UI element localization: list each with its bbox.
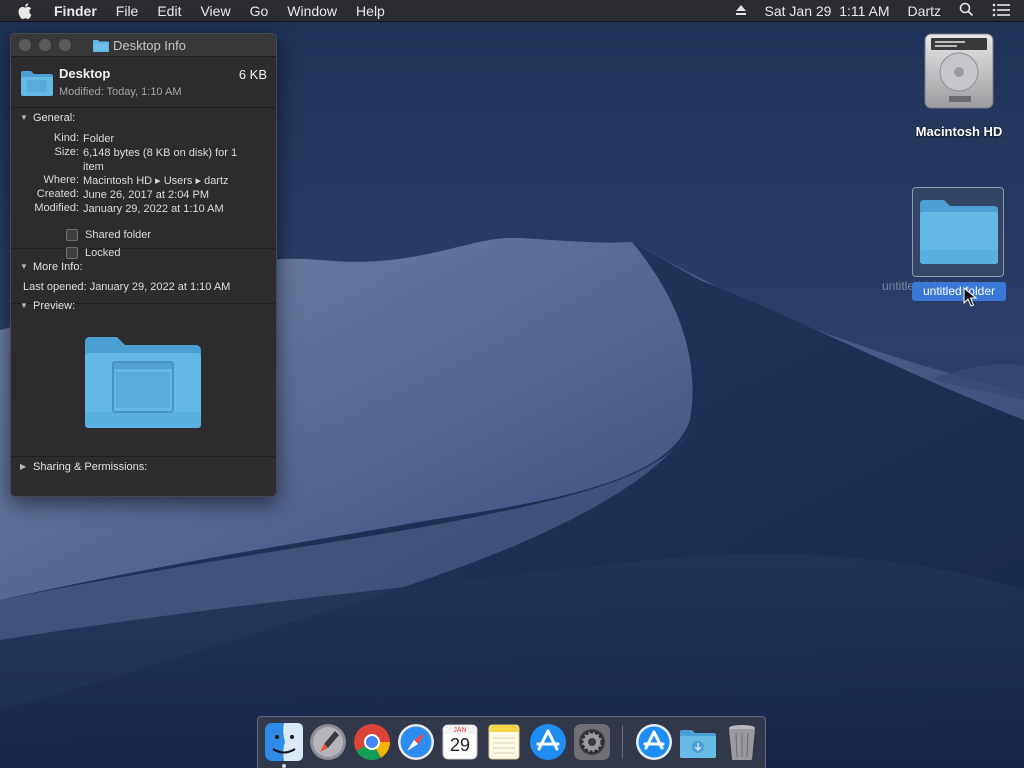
general-label: General: bbox=[33, 112, 76, 124]
item-size: 6 KB bbox=[238, 67, 267, 82]
shared-folder-checkbox[interactable]: Shared folder bbox=[66, 229, 151, 241]
calendar-icon[interactable]: JAN 29 bbox=[440, 722, 480, 762]
last-opened-label: Last opened: bbox=[23, 281, 87, 293]
calendar-month: JAN bbox=[453, 727, 467, 734]
untitled-folder-label[interactable]: untitled folder bbox=[912, 282, 1006, 301]
app-store-downloads-icon[interactable] bbox=[634, 722, 674, 762]
notification-center-icon[interactable] bbox=[992, 3, 1010, 20]
last-opened-value: January 29, 2022 at 1:10 AM bbox=[89, 281, 231, 293]
item-summary: Desktop Modified: Today, 1:10 AM 6 KB bbox=[11, 57, 276, 108]
shared-folder-label: Shared folder bbox=[85, 229, 152, 241]
notes-icon[interactable] bbox=[484, 722, 524, 762]
system-preferences-icon[interactable] bbox=[572, 722, 612, 762]
kind-value: Folder bbox=[83, 133, 115, 145]
desktop-info-window[interactable]: Desktop Info Desktop Modified: Today, 1:… bbox=[10, 33, 277, 497]
safari-icon[interactable] bbox=[396, 722, 436, 762]
folder-icon bbox=[93, 39, 109, 52]
downloads-folder-icon[interactable] bbox=[678, 722, 718, 762]
launchpad-icon[interactable] bbox=[308, 722, 348, 762]
mouse-cursor-icon bbox=[963, 287, 977, 307]
desktop-folder-preview-icon bbox=[85, 337, 201, 428]
dock-separator bbox=[622, 725, 623, 759]
created-value: June 26, 2017 at 2:04 PM bbox=[83, 189, 209, 201]
apple-icon[interactable] bbox=[18, 1, 38, 21]
menubar-user[interactable]: Dartz bbox=[908, 3, 941, 19]
disclosure-closed-icon[interactable]: ▶ bbox=[20, 457, 28, 477]
disclosure-open-icon[interactable]: ▼ bbox=[20, 257, 28, 277]
item-name: Desktop bbox=[59, 66, 111, 81]
created-label: Created: bbox=[36, 188, 79, 200]
general-section: ▼ General: Kind: Folder Size: 6,148 byte… bbox=[11, 108, 276, 259]
preview-label: Preview: bbox=[33, 300, 76, 312]
close-button[interactable] bbox=[19, 39, 31, 51]
modified-value: January 29, 2022 at 1:10 AM bbox=[83, 203, 224, 215]
macintosh-hd-desktop-icon[interactable]: Macintosh HD bbox=[900, 32, 1018, 139]
menu-finder[interactable]: Finder bbox=[54, 0, 97, 22]
item-modified: Modified: Today, 1:10 AM bbox=[59, 86, 182, 98]
zoom-button[interactable] bbox=[59, 39, 71, 51]
chrome-icon[interactable] bbox=[352, 722, 392, 762]
more-info-section-header[interactable]: ▼ More Info: bbox=[11, 257, 276, 277]
finder-running-indicator bbox=[282, 764, 286, 768]
untitled-folder-icon[interactable] bbox=[918, 198, 1000, 266]
size-label: Size: bbox=[54, 146, 79, 158]
window-titlebar[interactable]: Desktop Info bbox=[11, 34, 276, 57]
sharing-section-header[interactable]: ▶ Sharing & Permissions: bbox=[11, 457, 276, 477]
app-store-icon[interactable] bbox=[528, 722, 568, 762]
window-title: Desktop Info bbox=[113, 37, 186, 53]
minimize-button[interactable] bbox=[39, 39, 51, 51]
finder-icon[interactable] bbox=[264, 722, 304, 762]
more-info-label: More Info: bbox=[33, 261, 83, 273]
modified-label: Modified: bbox=[34, 202, 79, 214]
where-value: Macintosh HD ▸ Users ▸ dartz bbox=[83, 175, 229, 187]
eject-icon[interactable] bbox=[735, 3, 747, 19]
menubar-clock[interactable]: Sat Jan 29 1:11 AM bbox=[765, 3, 890, 19]
dock: JAN 29 bbox=[257, 716, 766, 768]
menu-window[interactable]: Window bbox=[287, 0, 337, 22]
desktop-folder-icon bbox=[21, 71, 53, 96]
menu-bar: Finder File Edit View Go Window Help Sat… bbox=[0, 0, 1024, 22]
kind-label: Kind: bbox=[53, 132, 79, 144]
menu-help[interactable]: Help bbox=[356, 0, 385, 22]
sharing-label: Sharing & Permissions: bbox=[33, 461, 148, 473]
menu-view[interactable]: View bbox=[200, 0, 230, 22]
menu-go[interactable]: Go bbox=[250, 0, 269, 22]
last-opened-row: Last opened: January 29, 2022 at 1:10 AM bbox=[23, 281, 230, 293]
where-label: Where: bbox=[43, 174, 79, 186]
sharing-permissions-section: ▶ Sharing & Permissions: bbox=[11, 457, 276, 477]
preview-section: ▼ Preview: bbox=[11, 296, 276, 457]
size-value: 6,148 bytes (8 KB on disk) for 1 item bbox=[83, 147, 238, 173]
macintosh-hd-label: Macintosh HD bbox=[915, 124, 1003, 139]
hard-drive-icon bbox=[924, 33, 994, 109]
menu-edit[interactable]: Edit bbox=[157, 0, 181, 22]
spotlight-search-icon[interactable] bbox=[959, 2, 974, 20]
checkbox-box[interactable] bbox=[66, 229, 78, 241]
preview-section-header[interactable]: ▼ Preview: bbox=[11, 296, 276, 316]
general-section-header[interactable]: ▼ General: bbox=[11, 108, 276, 128]
disclosure-open-icon[interactable]: ▼ bbox=[20, 108, 28, 128]
trash-icon[interactable] bbox=[722, 722, 762, 762]
calendar-day: 29 bbox=[449, 735, 471, 755]
disclosure-open-icon[interactable]: ▼ bbox=[20, 296, 28, 316]
menu-file[interactable]: File bbox=[116, 0, 139, 22]
